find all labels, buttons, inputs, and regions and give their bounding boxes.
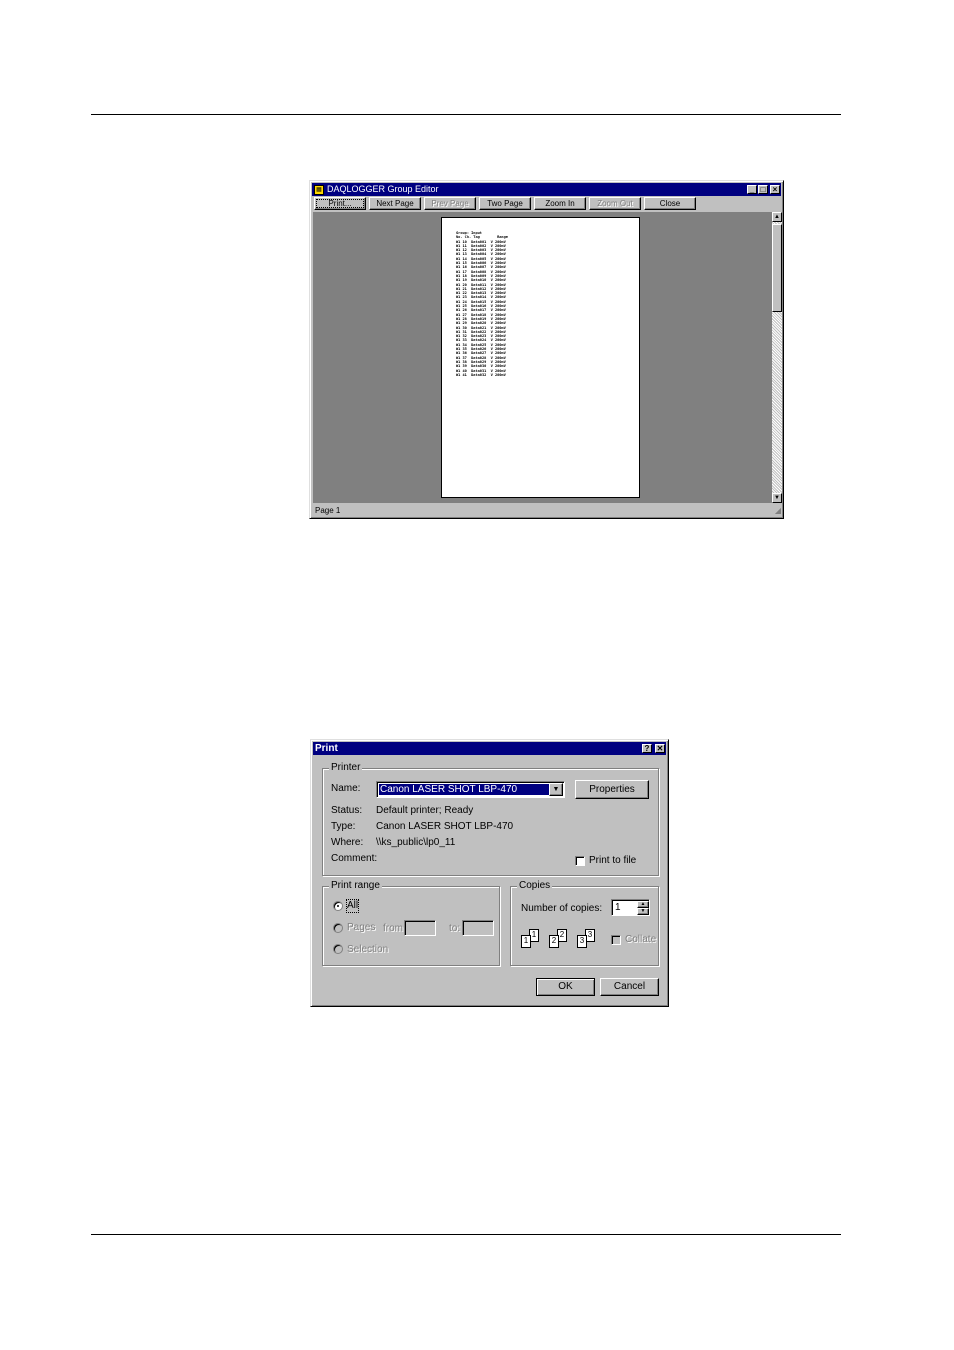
- two-page-button[interactable]: Two Page: [479, 197, 531, 210]
- print-range-group: Print range All Pages from: to: Selectio…: [322, 880, 500, 966]
- type-label: Type:: [331, 821, 356, 832]
- app-icon: ▦: [314, 184, 324, 195]
- name-label: Name:: [331, 783, 361, 794]
- comment-label: Comment:: [331, 853, 378, 864]
- status-bar: Page 1 ◢: [313, 505, 782, 516]
- ok-button[interactable]: OK: [536, 978, 595, 996]
- copies-label: Copies: [517, 880, 553, 892]
- dropdown-arrow-icon[interactable]: ▼: [549, 783, 563, 796]
- pages-radio[interactable]: [333, 923, 343, 933]
- zoom-in-button[interactable]: Zoom In: [534, 197, 586, 210]
- status-value: Default printer; Ready: [376, 805, 474, 816]
- collate-pages-icon: 11 22 33: [521, 929, 601, 953]
- close-icon[interactable]: ×: [770, 185, 780, 194]
- resize-grip-icon[interactable]: ◢: [775, 505, 781, 516]
- all-label[interactable]: All: [345, 899, 360, 913]
- scroll-thumb[interactable]: [772, 224, 782, 312]
- scroll-up-icon[interactable]: ▲: [772, 212, 782, 222]
- where-value: \\ks_public\lp0_11: [376, 837, 456, 848]
- printer-group-label: Printer: [329, 762, 363, 774]
- page-indicator: Page 1: [315, 506, 341, 515]
- print-to-file-checkbox[interactable]: [575, 856, 585, 866]
- from-input[interactable]: [404, 920, 436, 936]
- collate-label[interactable]: Collate: [625, 934, 656, 946]
- dialog-title-bar: Print ? ✕: [313, 742, 666, 755]
- close-icon[interactable]: ✕: [655, 744, 665, 753]
- selection-radio[interactable]: [333, 944, 343, 954]
- number-of-copies-label: Number of copies:: [521, 903, 603, 914]
- scroll-down-icon[interactable]: ▼: [772, 493, 782, 503]
- spin-up-icon[interactable]: ▲: [637, 901, 649, 908]
- top-rule: [91, 114, 841, 115]
- prev-page-button[interactable]: Prev Page: [424, 197, 476, 210]
- print-to-file-label[interactable]: Print to file: [589, 855, 636, 867]
- print-range-label: Print range: [329, 880, 382, 892]
- cancel-button[interactable]: Cancel: [600, 978, 659, 996]
- printer-name-select[interactable]: Canon LASER SHOT LBP-470 ▼: [376, 781, 565, 798]
- to-label: to:: [449, 923, 461, 934]
- preview-area[interactable]: Group: Input No. Ch. Tag Range W1 10 Dat…: [313, 212, 772, 503]
- print-button[interactable]: Print...: [314, 197, 366, 210]
- dialog-title: Print: [315, 743, 338, 754]
- all-radio[interactable]: [333, 901, 343, 911]
- title-bar: ▦ DAQLOGGER Group Editor _ □ ×: [312, 183, 781, 196]
- bottom-rule: [91, 1234, 841, 1235]
- printer-group: Printer Name: Canon LASER SHOT LBP-470 ▼…: [322, 762, 659, 876]
- properties-label: Properties: [589, 784, 635, 795]
- print-preview-window: ▦ DAQLOGGER Group Editor _ □ × Print... …: [309, 180, 784, 519]
- collate-checkbox[interactable]: [611, 935, 621, 945]
- properties-button[interactable]: Properties: [575, 780, 649, 799]
- page-content: Group: Input No. Ch. Tag Range W1 10 Dat…: [456, 231, 508, 377]
- window-title: DAQLOGGER Group Editor: [327, 184, 439, 194]
- print-dialog: Print ? ✕ Printer Name: Canon LASER SHOT…: [310, 739, 669, 1007]
- next-page-button[interactable]: Next Page: [369, 197, 421, 210]
- minimize-icon[interactable]: _: [747, 185, 757, 194]
- copies-group: Copies Number of copies: 1 ▲ ▼ 11 22 33 …: [510, 880, 659, 966]
- close-button[interactable]: Close: [644, 197, 696, 210]
- from-label: from:: [383, 923, 406, 934]
- help-icon[interactable]: ?: [642, 744, 652, 753]
- selection-label[interactable]: Selection: [347, 944, 388, 956]
- vertical-scrollbar[interactable]: ▲ ▼: [772, 212, 782, 503]
- ok-label: OK: [558, 981, 573, 992]
- maximize-icon[interactable]: □: [758, 185, 768, 194]
- spin-down-icon[interactable]: ▼: [637, 908, 649, 915]
- pages-label[interactable]: Pages: [347, 922, 375, 934]
- preview-page: Group: Input No. Ch. Tag Range W1 10 Dat…: [441, 217, 640, 498]
- printer-name-value: Canon LASER SHOT LBP-470: [378, 783, 551, 796]
- zoom-out-button[interactable]: Zoom Out: [589, 197, 641, 210]
- copies-input[interactable]: 1 ▲ ▼: [611, 899, 650, 916]
- copies-value: 1: [615, 902, 621, 913]
- to-input[interactable]: [462, 920, 494, 936]
- where-label: Where:: [331, 837, 364, 848]
- cancel-label: Cancel: [613, 981, 646, 992]
- status-label: Status:: [331, 805, 363, 816]
- type-value: Canon LASER SHOT LBP-470: [376, 821, 514, 832]
